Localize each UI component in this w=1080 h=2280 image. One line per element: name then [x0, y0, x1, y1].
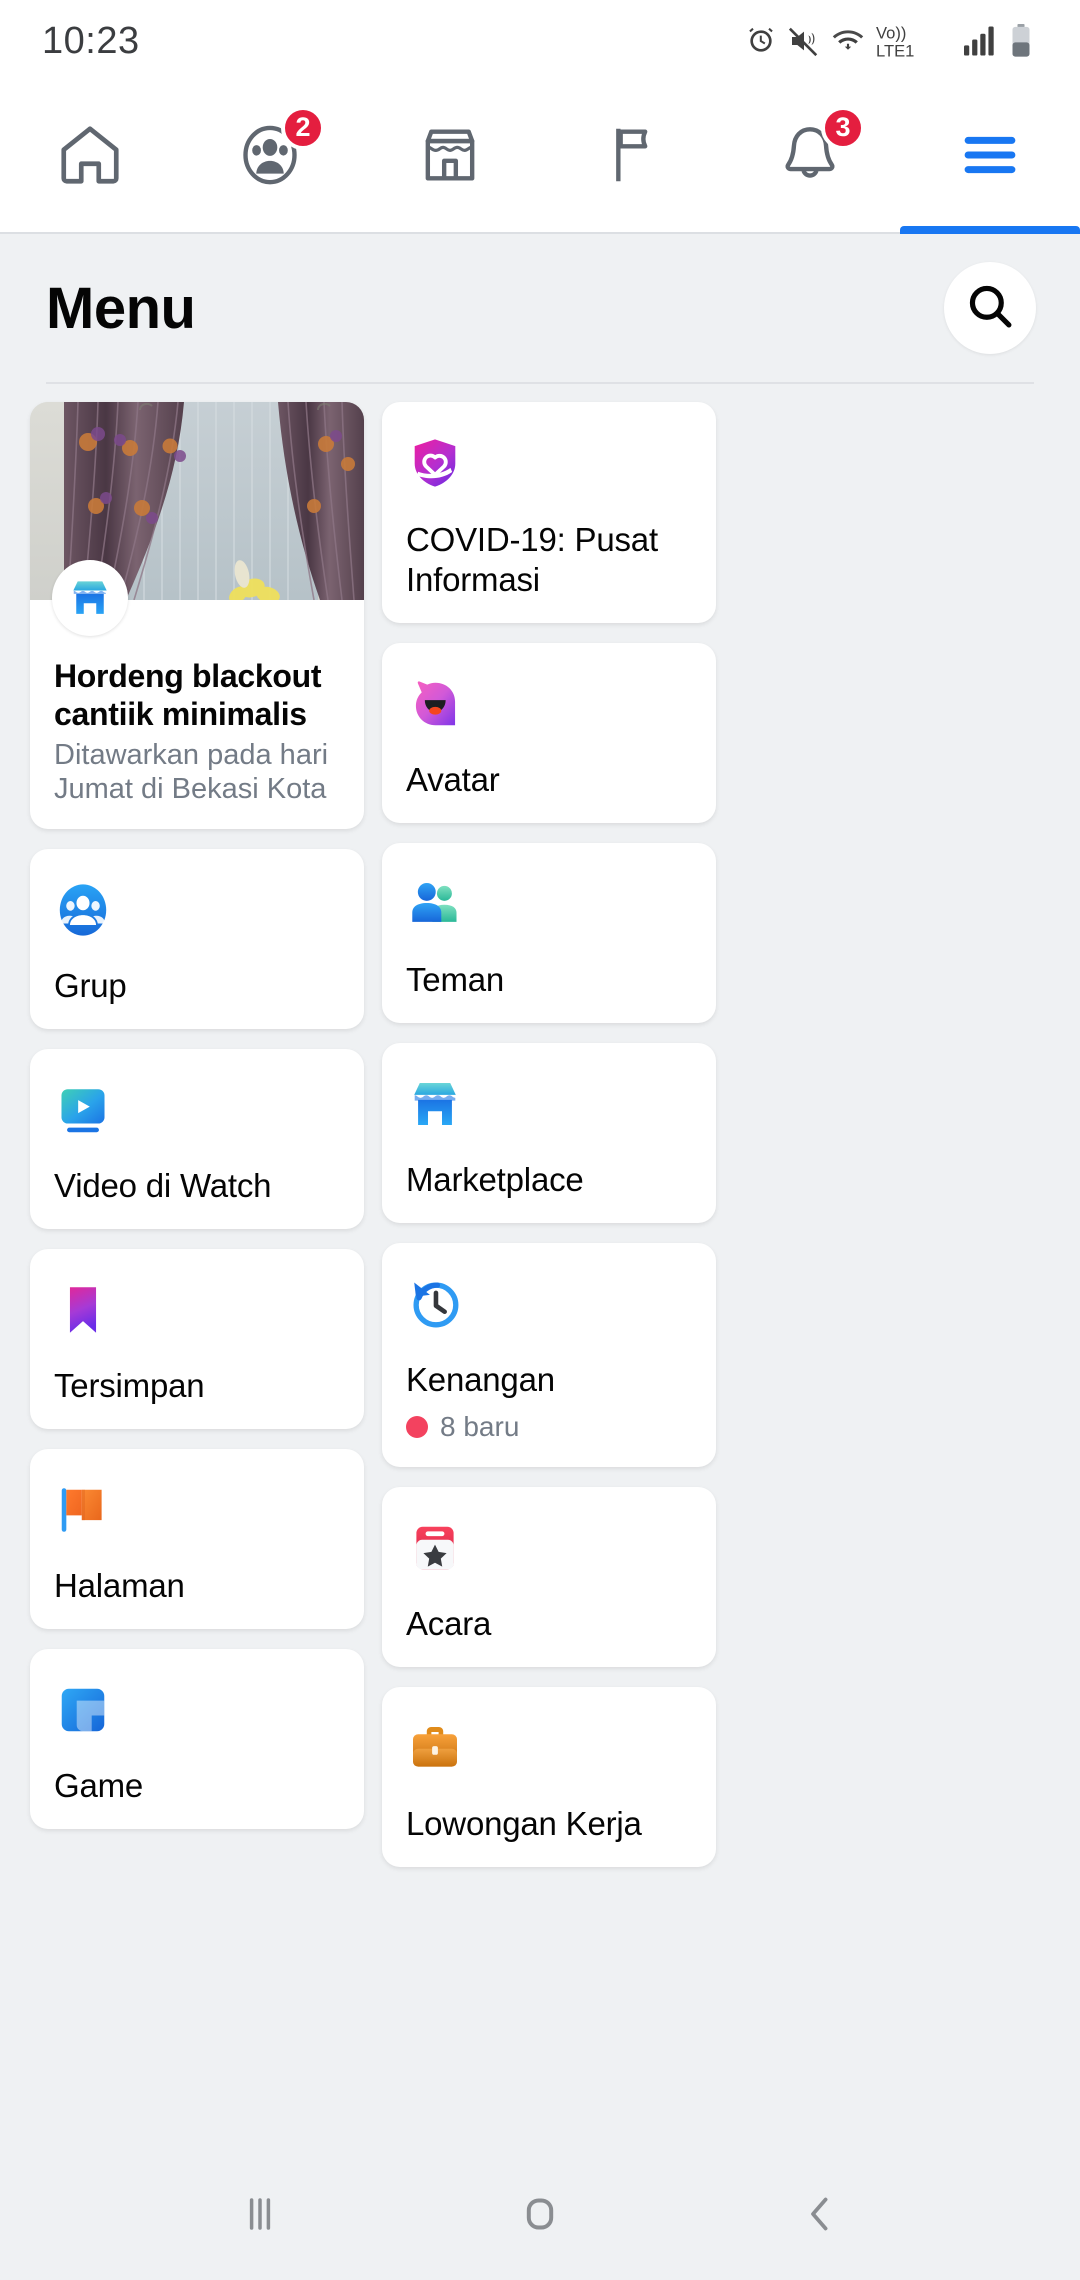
avatar-icon [406, 673, 692, 735]
menu-item-label: Marketplace [406, 1161, 584, 1199]
menu-item-avatar[interactable]: Avatar [382, 643, 716, 824]
store-icon [415, 120, 485, 195]
signal-icon [961, 25, 999, 57]
menu-item-label: Kenangan [406, 1361, 555, 1399]
recents-icon [232, 2186, 288, 2247]
listing-subtitle: Ditawarkan pada hari Jumat di Bekasi Kot… [54, 738, 329, 806]
friends-badge: 2 [281, 105, 325, 150]
menu-item-teman[interactable]: Teman [382, 843, 716, 1024]
listing-title: Hordeng blackout cantiik minimalis [54, 658, 322, 732]
tab-pages[interactable] [540, 82, 720, 232]
active-tab-indicator [900, 226, 1080, 234]
volte-label: Vo)) [876, 23, 906, 42]
lte1-label: LTE1 [876, 41, 914, 59]
kenangan-new-count: 8 baru [440, 1411, 520, 1443]
watch-icon [54, 1079, 340, 1141]
menu-grid: Hordeng blackout cantiik minimalis Ditaw… [0, 384, 1080, 1868]
tab-home[interactable] [0, 82, 180, 232]
menu-item-covid-19[interactable]: COVID-19: Pusat Informasi [382, 402, 716, 624]
tab-menu[interactable] [900, 82, 1080, 234]
home-icon [55, 120, 125, 195]
status-time: 10:23 [42, 19, 140, 62]
tab-notifications[interactable]: 3 [720, 82, 900, 232]
menu-item-label: Halaman [54, 1567, 185, 1605]
status-icons: Vo)) LTE1 [745, 23, 1032, 59]
menu-item-label: Avatar [406, 761, 500, 799]
menu-item-acara[interactable]: Acara [382, 1487, 716, 1668]
right-column: COVID-19: Pusat Informasi Avatar Teman M… [382, 402, 716, 1868]
search-button[interactable] [944, 262, 1036, 354]
notifications-badge: 3 [821, 105, 865, 150]
friends-icon [406, 873, 692, 935]
flag-icon [595, 120, 665, 195]
menu-item-label: Tersimpan [54, 1367, 205, 1405]
menu-item-grup[interactable]: Grup [30, 849, 364, 1030]
kenangan-meta: 8 baru [406, 1411, 692, 1443]
menu-item-label: COVID-19: Pusat Informasi [406, 521, 658, 598]
back-button[interactable] [760, 2186, 880, 2247]
covid-shield-icon [406, 432, 692, 494]
menu-item-tersimpan[interactable]: Tersimpan [30, 1249, 364, 1430]
system-navigation-bar [0, 2152, 1080, 2280]
marketplace-icon [406, 1073, 692, 1135]
friends-icon: 2 [235, 105, 325, 195]
page-title: Menu [46, 275, 196, 341]
tab-friends[interactable]: 2 [180, 82, 360, 232]
volte-lte1-icon: Vo)) LTE1 [876, 23, 950, 59]
battery-icon [1010, 24, 1032, 58]
new-indicator-dot [406, 1416, 428, 1439]
wifi-icon [831, 25, 865, 57]
memories-clock-icon [406, 1273, 692, 1335]
menu-item-lowongan-kerja[interactable]: Lowongan Kerja [382, 1687, 716, 1868]
menu-item-label: Game [54, 1767, 144, 1805]
bookmark-icon [54, 1279, 340, 1341]
search-icon [963, 279, 1017, 338]
alarm-icon [745, 25, 777, 57]
menu-item-label: Grup [54, 967, 127, 1005]
briefcase-icon [406, 1717, 692, 1779]
tab-marketplace[interactable] [360, 82, 540, 232]
menu-item-label: Video di Watch [54, 1167, 272, 1205]
menu-item-video-di-watch[interactable]: Video di Watch [30, 1049, 364, 1230]
hamburger-icon [955, 120, 1025, 195]
menu-item-label: Lowongan Kerja [406, 1805, 642, 1843]
marketplace-badge-icon [52, 560, 128, 636]
game-icon [54, 1679, 340, 1741]
menu-header: Menu [0, 234, 1080, 382]
menu-item-label: Teman [406, 961, 505, 999]
home-square-icon [512, 2186, 568, 2247]
marketplace-listing-card[interactable]: Hordeng blackout cantiik minimalis Ditaw… [30, 402, 364, 830]
recents-button[interactable] [200, 2186, 320, 2247]
home-button[interactable] [480, 2186, 600, 2247]
top-tabbar: 2 3 [0, 82, 1080, 234]
calendar-star-icon [406, 1517, 692, 1579]
status-bar: 10:23 Vo)) LTE1 [0, 0, 1080, 82]
bell-icon: 3 [775, 105, 865, 195]
menu-item-kenangan[interactable]: Kenangan 8 baru [382, 1243, 716, 1468]
mute-icon [788, 25, 820, 57]
groups-icon [54, 879, 340, 941]
menu-item-marketplace[interactable]: Marketplace [382, 1043, 716, 1224]
flag-icon [54, 1479, 340, 1541]
left-column: Hordeng blackout cantiik minimalis Ditaw… [30, 402, 364, 1867]
menu-item-game[interactable]: Game [30, 1649, 364, 1830]
back-chevron-icon [792, 2186, 848, 2247]
menu-item-label: Acara [406, 1605, 492, 1643]
menu-item-halaman[interactable]: Halaman [30, 1449, 364, 1630]
